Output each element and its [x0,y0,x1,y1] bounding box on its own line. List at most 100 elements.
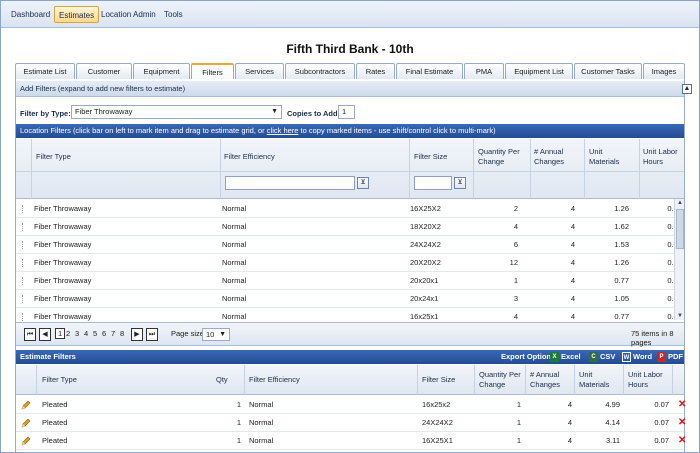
drag-handle-icon[interactable] [22,223,24,231]
next-page-icon[interactable]: ▶ [131,328,143,341]
efficiency-filter-input[interactable] [225,176,355,190]
prev-page-icon[interactable]: ◀ [39,328,51,341]
divider [574,365,575,395]
table-row[interactable]: Fiber ThrowawayNormal24X24X2641.530.07 [16,236,682,254]
grid-scrollbar[interactable]: ▲ ▼ [674,199,684,320]
drag-handle-icon[interactable] [22,205,24,213]
nav-estimates[interactable]: Estimates [54,6,100,23]
export-excel-label: Excel [561,352,581,361]
col-filter-efficiency[interactable]: Filter Efficiency [224,152,275,162]
table-row[interactable]: Fiber ThrowawayNormal16X25X2241.260.07 [16,200,682,218]
nav-tools[interactable]: Tools [160,6,187,23]
col-unit-materials[interactable]: Unit Materials [589,147,629,167]
col-annual-changes[interactable]: # Annual Changes [534,147,579,167]
page-link[interactable]: 2 [66,329,70,338]
col-quantity-per-change[interactable]: Quantity Per Change [479,370,524,390]
drag-handle-icon[interactable] [22,277,24,285]
copies-input[interactable]: 1 [338,105,355,119]
page-link[interactable]: 8 [120,329,124,338]
drag-handle-icon[interactable] [22,313,24,321]
page-size-select[interactable]: 10 ▼ [202,328,230,341]
filter-icon[interactable]: ⊻ [454,177,466,189]
scroll-down-icon[interactable]: ▼ [676,312,684,320]
export-csv[interactable]: C CSV [589,350,615,364]
filter-efficiency-cell: Normal [249,400,274,409]
page-link[interactable]: 7 [111,329,115,338]
filter-type-select[interactable]: Fiber Throwaway ▼ [71,105,282,119]
pdf-icon: P [657,352,666,363]
divider [31,139,32,199]
table-row[interactable]: Fiber ThrowawayNormal18X20X2441.620.07 [16,218,682,236]
scroll-thumb[interactable] [676,209,684,249]
filter-size-cell: 20X20X2 [410,258,441,267]
page-link[interactable]: 6 [102,329,106,338]
delete-icon[interactable]: ✕ [678,416,686,430]
tab-pma[interactable]: PMA [464,63,504,79]
tab-rates[interactable]: Rates [356,63,395,79]
delete-icon[interactable]: ✕ [678,398,686,412]
qty-cell: 1 [236,400,241,409]
pencil-edit-icon[interactable] [21,418,31,428]
col-filter-type[interactable]: Filter Type [42,375,77,385]
tab-images[interactable]: Images [643,63,685,79]
tab-equipment-list[interactable]: Equipment List [505,63,573,79]
tab-subcontractors[interactable]: Subcontractors [285,63,355,79]
col-unit-labor-hours[interactable]: Unit Labor Hours [643,147,683,167]
col-unit-materials[interactable]: Unit Materials [579,370,619,390]
drag-handle-icon[interactable] [22,295,24,303]
pencil-edit-icon[interactable] [21,436,31,446]
table-row[interactable]: Fiber ThrowawayNormal20x20x1140.770.07 [16,272,682,290]
col-filter-size[interactable]: Filter Size [422,375,455,385]
filter-size-cell: 18X20X2 [410,222,441,231]
click-here-link[interactable]: click here [267,126,299,135]
last-page-icon[interactable]: ⏭ [146,328,158,341]
drag-handle-icon[interactable] [22,259,24,267]
size-filter-input[interactable] [414,176,452,190]
unit-materials-cell: 1.26 [614,258,629,267]
annual-changes-cell: 4 [570,294,575,303]
page-link[interactable]: 4 [84,329,88,338]
delete-icon[interactable]: ✕ [678,434,686,448]
page-title: Fifth Third Bank - 10th [286,42,414,56]
page-link[interactable]: 3 [75,329,79,338]
tab-filters[interactable]: Filters [191,63,234,79]
first-page-icon[interactable]: ⏮ [24,328,36,341]
export-excel[interactable]: X Excel [550,350,581,364]
add-filters-header[interactable]: Add Filters (expand to add new filters t… [16,81,684,97]
quantity-cell: 6 [513,240,518,249]
export-options-label: Export Options [501,352,556,361]
col-filter-type[interactable]: Filter Type [36,152,71,162]
unit-materials-cell: 4.99 [605,400,620,409]
quantity-cell: 4 [513,222,518,231]
filter-type-cell: Fiber Throwaway [34,222,92,231]
tab-strip: Estimate List Customer Equipment Filters… [15,63,685,79]
col-quantity-per-change[interactable]: Quantity Per Change [478,147,528,167]
pencil-edit-icon[interactable] [21,400,31,410]
col-annual-changes[interactable]: # Annual Changes [530,370,575,390]
table-row[interactable]: Fiber ThrowawayNormal20X20X21241.260.07 [16,254,682,272]
col-filter-size[interactable]: Filter Size [414,152,447,162]
filter-type-cell: Fiber Throwaway [34,258,92,267]
tab-final-estimate[interactable]: Final Estimate [396,63,463,79]
export-word[interactable]: W Word [622,350,652,364]
filter-efficiency-cell: Normal [222,222,247,231]
collapse-up-icon[interactable]: ▲ [682,84,692,94]
tab-customer[interactable]: Customer [76,63,132,79]
tab-customer-tasks[interactable]: Customer Tasks [574,63,642,79]
col-qty[interactable]: Qty [216,375,228,385]
tab-equipment[interactable]: Equipment [133,63,190,79]
export-pdf[interactable]: P PDF [657,350,683,364]
tab-services[interactable]: Services [235,63,284,79]
drag-handle-icon[interactable] [22,241,24,249]
col-unit-labor-hours[interactable]: Unit Labor Hours [628,370,668,390]
page-link[interactable]: 5 [93,329,97,338]
filter-type-cell: Fiber Throwaway [34,240,92,249]
nav-dashboard[interactable]: Dashboard [7,6,54,23]
page-link[interactable]: 1 [55,328,66,339]
tab-estimate-list[interactable]: Estimate List [15,63,75,79]
table-row[interactable]: Fiber ThrowawayNormal20x24x1341.050.07 [16,290,682,308]
scroll-up-icon[interactable]: ▲ [676,199,684,207]
nav-location-admin[interactable]: Location Admin [97,6,160,23]
filter-icon[interactable]: ⊻ [357,177,369,189]
col-filter-efficiency[interactable]: Filter Efficiency [249,375,300,385]
